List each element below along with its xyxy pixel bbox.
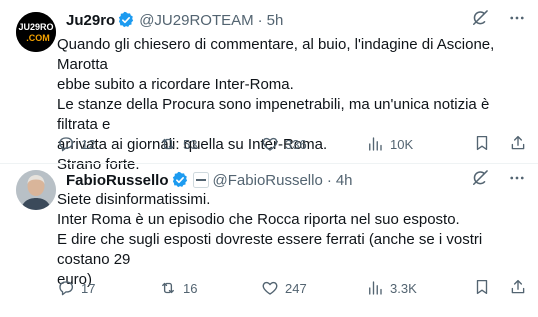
repost-icon [162, 282, 174, 294]
reply-button[interactable]: 17 [57, 279, 159, 297]
tweet-text-line: Le stanze della Procura sono impenetrabi… [57, 96, 490, 133]
like-count: 247 [285, 280, 307, 296]
heart-icon [262, 137, 278, 151]
avatar[interactable] [16, 170, 56, 210]
verified-badge-icon [171, 171, 189, 189]
verified-badge-icon [117, 11, 135, 29]
grok-icon[interactable] [470, 168, 490, 192]
like-button[interactable]: 247 [261, 279, 366, 297]
tweet-text-line: E dire che sugli esposti dovreste essere… [57, 231, 483, 268]
like-count: 336 [285, 136, 307, 152]
share-icon[interactable] [509, 134, 527, 155]
views-chart-icon [369, 281, 382, 295]
tweet-text: Siete disinformatissimi. Inter Roma è un… [57, 190, 524, 290]
tweet-text-line: Quando gli chiesero di commentare, al bu… [57, 36, 495, 73]
views-count: 3.3K [390, 280, 417, 296]
reply-icon [59, 281, 74, 296]
tweet[interactable]: JU29RO .COM Ju29ro @JU29ROTEAM · 5h Quan… [0, 0, 538, 173]
reply-icon [59, 137, 74, 152]
action-bar: 12 53 336 10K [57, 134, 527, 154]
more-options-icon[interactable] [508, 9, 526, 31]
views-count: 10K [390, 136, 414, 152]
heart-icon [262, 281, 278, 295]
action-bar: 17 16 247 3.3K [57, 278, 527, 298]
tweet-header: FabioRussello @FabioRussello · 4h [66, 170, 526, 190]
display-name[interactable]: Ju29ro [66, 12, 115, 29]
timestamp[interactable]: 5h [267, 12, 284, 29]
avatar-logo-text: .COM [26, 33, 50, 43]
reply-count: 12 [81, 136, 96, 152]
username-handle[interactable]: @FabioRussello [213, 172, 323, 189]
repost-button[interactable]: 16 [159, 279, 261, 297]
grok-icon[interactable] [470, 8, 490, 32]
reply-count: 17 [81, 280, 96, 296]
repost-button[interactable]: 53 [159, 135, 261, 153]
repost-count: 16 [183, 280, 198, 296]
views-button[interactable]: 10K [366, 135, 473, 153]
tweet-header: Ju29ro @JU29ROTEAM · 5h [66, 10, 526, 30]
display-name[interactable]: FabioRussello [66, 172, 169, 189]
reply-button[interactable]: 12 [57, 135, 159, 153]
bookmark-icon[interactable] [473, 278, 491, 299]
timestamp[interactable]: 4h [336, 172, 353, 189]
more-options-icon[interactable] [508, 169, 526, 191]
share-icon[interactable] [509, 278, 527, 299]
separator-dot: · [326, 171, 332, 189]
views-button[interactable]: 3.3K [366, 279, 473, 297]
bookmark-icon[interactable] [473, 134, 491, 155]
tweet-text: Quando gli chiesero di commentare, al bu… [57, 35, 524, 175]
affiliation-badge-icon[interactable] [192, 172, 209, 188]
tweet[interactable]: FabioRussello @FabioRussello · 4h Siete … [0, 163, 538, 317]
avatar-logo-text: JU29RO [18, 22, 53, 32]
username-handle[interactable]: @JU29ROTEAM [139, 12, 253, 29]
tweet-text-line: ebbe subito a ricordare Inter-Roma. [57, 76, 294, 93]
tweet-text-line: Inter Roma è un episodio che Rocca ripor… [57, 211, 460, 228]
tweet-text-line: Siete disinformatissimi. [57, 191, 211, 208]
repost-count: 53 [183, 136, 198, 152]
repost-icon [162, 138, 174, 150]
views-chart-icon [369, 137, 382, 151]
separator-dot: · [257, 11, 263, 29]
avatar[interactable]: JU29RO .COM [16, 12, 56, 52]
like-button[interactable]: 336 [261, 135, 366, 153]
